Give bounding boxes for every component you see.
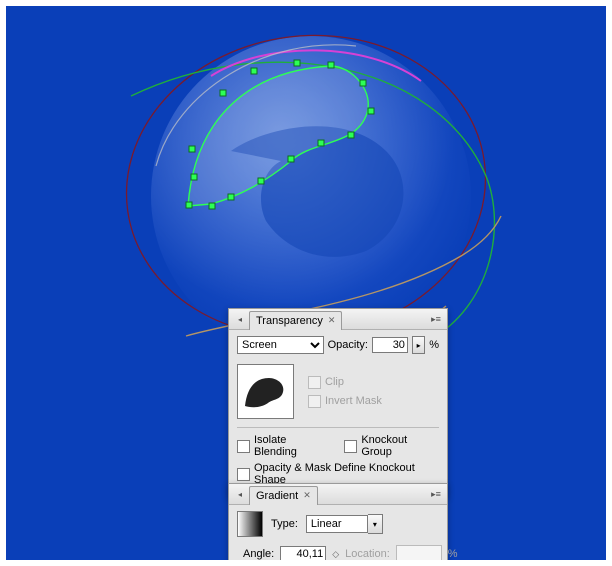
workspace: ◂ Transparency ✕ ▸≡ Screen Opacity: ▸ %: [0, 0, 612, 566]
canvas-artboard[interactable]: ◂ Transparency ✕ ▸≡ Screen Opacity: ▸ %: [6, 6, 606, 560]
angle-label: Angle:: [243, 548, 274, 560]
panel-header[interactable]: ◂ Transparency ✕ ▸≡: [229, 309, 447, 330]
opacity-label: Opacity:: [328, 339, 368, 351]
flyout-menu-icon[interactable]: ▸≡: [429, 487, 443, 501]
location-input: [396, 545, 442, 560]
opacity-mask-define-checkbox[interactable]: [237, 468, 250, 481]
flyout-menu-icon[interactable]: ▸≡: [429, 312, 443, 326]
percent-label: %: [429, 339, 439, 351]
percent-label: %: [448, 548, 458, 560]
chevron-down-icon[interactable]: ▾: [368, 514, 383, 534]
type-label: Type:: [271, 518, 298, 530]
object-thumbnail[interactable]: [237, 364, 294, 419]
tab-gradient[interactable]: Gradient ✕: [249, 486, 318, 505]
knockout-group-checkbox[interactable]: [344, 440, 357, 453]
gradient-panel[interactable]: ◂ Gradient ✕ ▸≡ Type: Linear ▾: [228, 483, 448, 560]
gradient-swatch[interactable]: [237, 511, 263, 537]
invert-mask-label: Invert Mask: [325, 395, 382, 407]
diamond-icon: ◇: [332, 549, 339, 560]
gradient-type-value: Linear: [311, 518, 342, 530]
close-icon[interactable]: ✕: [328, 315, 336, 326]
tab-label: Transparency: [256, 315, 323, 327]
collapse-icon[interactable]: ◂: [233, 312, 247, 326]
knockout-group-label: Knockout Group: [361, 434, 439, 458]
divider: [237, 427, 439, 428]
opacity-input[interactable]: [372, 337, 408, 353]
opacity-slider-button[interactable]: ▸: [412, 336, 425, 354]
clip-label: Clip: [325, 376, 344, 388]
location-label: Location:: [345, 548, 390, 560]
panel-header[interactable]: ◂ Gradient ✕ ▸≡: [229, 484, 447, 505]
tab-transparency[interactable]: Transparency ✕: [249, 311, 342, 330]
collapse-icon[interactable]: ◂: [233, 487, 247, 501]
isolate-blending-label: Isolate Blending: [254, 434, 330, 458]
angle-input[interactable]: [280, 546, 326, 560]
clip-checkbox: [308, 376, 321, 389]
blend-mode-select[interactable]: Screen: [237, 336, 324, 354]
isolate-blending-checkbox[interactable]: [237, 440, 250, 453]
gradient-type-select[interactable]: Linear: [306, 515, 368, 533]
tab-label: Gradient: [256, 490, 298, 502]
close-icon[interactable]: ✕: [303, 490, 311, 501]
transparency-panel[interactable]: ◂ Transparency ✕ ▸≡ Screen Opacity: ▸ %: [228, 308, 448, 497]
invert-mask-checkbox: [308, 395, 321, 408]
